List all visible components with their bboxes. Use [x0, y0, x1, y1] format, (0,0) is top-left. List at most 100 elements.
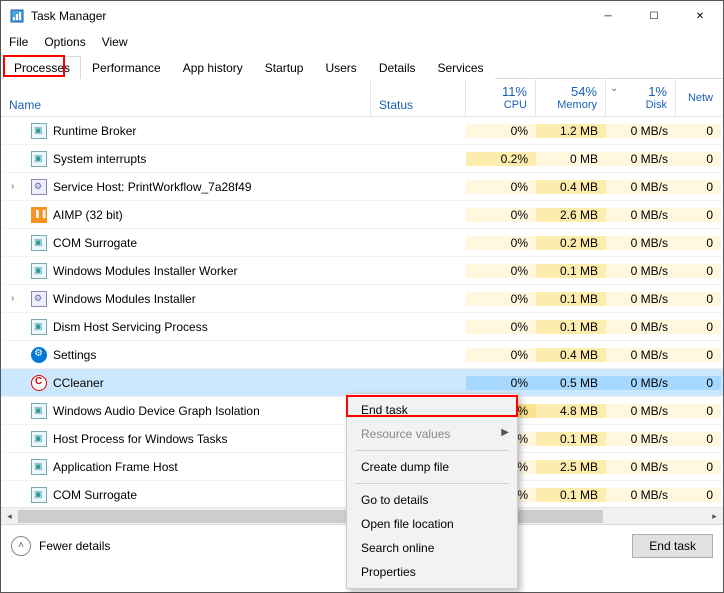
- process-name: COM Surrogate: [53, 488, 137, 502]
- cell-network: 0: [676, 236, 721, 250]
- scroll-left-icon[interactable]: ◂: [1, 508, 18, 525]
- app-icon: [9, 8, 25, 24]
- process-icon: [31, 431, 47, 447]
- cell-network: 0: [676, 432, 721, 446]
- chevron-down-icon: ⌄: [610, 83, 618, 94]
- tab-bar: Processes Performance App history Startu…: [1, 55, 723, 79]
- cell-disk: 0 MB/s: [606, 124, 676, 138]
- cell-cpu: 0%: [466, 236, 536, 250]
- cell-cpu: 0%: [466, 292, 536, 306]
- cell-cpu: 0%: [466, 376, 536, 390]
- process-icon: [31, 263, 47, 279]
- cell-name: ›Service Host: PrintWorkflow_7a28f49: [1, 179, 371, 195]
- cell-name: Windows Modules Installer Worker: [1, 263, 371, 279]
- maximize-button[interactable]: ☐: [631, 1, 677, 31]
- table-row[interactable]: System interrupts0.2%0 MB0 MB/s0: [1, 145, 723, 173]
- cell-name: COM Surrogate: [1, 487, 371, 503]
- table-row[interactable]: Settings0%0.4 MB0 MB/s0: [1, 341, 723, 369]
- cell-cpu: 0%: [466, 320, 536, 334]
- cell-memory: 2.6 MB: [536, 208, 606, 222]
- col-network[interactable]: Netw: [676, 79, 721, 116]
- cell-disk: 0 MB/s: [606, 292, 676, 306]
- process-icon: [31, 207, 47, 223]
- process-name: Runtime Broker: [53, 124, 136, 138]
- titlebar: Task Manager ─ ☐ ✕: [1, 1, 723, 31]
- cell-name: Settings: [1, 347, 371, 363]
- table-row[interactable]: AIMP (32 bit)0%2.6 MB0 MB/s0: [1, 201, 723, 229]
- cell-name: CCleaner: [1, 375, 371, 391]
- process-icon: [31, 179, 47, 195]
- cell-memory: 0.4 MB: [536, 348, 606, 362]
- scroll-right-icon[interactable]: ▸: [706, 508, 723, 525]
- menu-options[interactable]: Options: [44, 35, 85, 49]
- col-status[interactable]: Status: [371, 79, 466, 116]
- cell-disk: 0 MB/s: [606, 488, 676, 502]
- col-cpu[interactable]: 11%CPU: [466, 79, 536, 116]
- cell-disk: 0 MB/s: [606, 180, 676, 194]
- minimize-button[interactable]: ─: [585, 1, 631, 31]
- table-row[interactable]: Dism Host Servicing Process0%0.1 MB0 MB/…: [1, 313, 723, 341]
- expand-icon[interactable]: ›: [11, 181, 23, 192]
- cell-network: 0: [676, 208, 721, 222]
- cell-cpu: 0%: [466, 348, 536, 362]
- tab-performance[interactable]: Performance: [81, 56, 172, 79]
- table-row[interactable]: ›Windows Modules Installer0%0.1 MB0 MB/s…: [1, 285, 723, 313]
- table-row[interactable]: Windows Modules Installer Worker0%0.1 MB…: [1, 257, 723, 285]
- menu-file[interactable]: File: [9, 35, 28, 49]
- cell-name: AIMP (32 bit): [1, 207, 371, 223]
- cell-disk: 0 MB/s: [606, 320, 676, 334]
- process-icon: [31, 151, 47, 167]
- col-memory[interactable]: 54%Memory: [536, 79, 606, 116]
- cell-cpu: 0%: [466, 124, 536, 138]
- tab-users[interactable]: Users: [314, 56, 367, 79]
- ctx-open-location[interactable]: Open file location: [347, 512, 517, 536]
- cell-name: Application Frame Host: [1, 459, 371, 475]
- col-name[interactable]: Name: [1, 79, 371, 116]
- cell-network: 0: [676, 124, 721, 138]
- ctx-search-online[interactable]: Search online: [347, 536, 517, 560]
- cell-name: Host Process for Windows Tasks: [1, 431, 371, 447]
- ctx-sep: [355, 450, 509, 451]
- cell-disk: 0 MB/s: [606, 152, 676, 166]
- cell-memory: 0.1 MB: [536, 292, 606, 306]
- cell-memory: 4.8 MB: [536, 404, 606, 418]
- process-icon: [31, 403, 47, 419]
- process-name: CCleaner: [53, 376, 104, 390]
- close-button[interactable]: ✕: [677, 1, 723, 31]
- ctx-go-details[interactable]: Go to details: [347, 488, 517, 512]
- process-icon: [31, 235, 47, 251]
- tab-app-history[interactable]: App history: [172, 56, 254, 79]
- fewer-details-button[interactable]: ˄ Fewer details: [11, 536, 110, 556]
- cell-memory: 2.5 MB: [536, 460, 606, 474]
- process-name: COM Surrogate: [53, 236, 137, 250]
- process-name: Host Process for Windows Tasks: [53, 432, 228, 446]
- context-menu: End task Resource values▶ Create dump fi…: [346, 393, 518, 589]
- cell-name: System interrupts: [1, 151, 371, 167]
- menubar: File Options View: [1, 31, 723, 53]
- ctx-properties[interactable]: Properties: [347, 560, 517, 584]
- process-icon: [31, 319, 47, 335]
- expand-icon[interactable]: ›: [11, 293, 23, 304]
- cell-disk: 0 MB/s: [606, 236, 676, 250]
- cell-network: 0: [676, 180, 721, 194]
- tab-services[interactable]: Services: [427, 56, 495, 79]
- tab-details[interactable]: Details: [368, 56, 427, 79]
- col-disk[interactable]: ⌄1%Disk: [606, 79, 676, 116]
- end-task-button[interactable]: End task: [632, 534, 713, 558]
- process-name: Dism Host Servicing Process: [53, 320, 208, 334]
- cell-memory: 0.1 MB: [536, 264, 606, 278]
- table-row[interactable]: Runtime Broker0%1.2 MB0 MB/s0: [1, 117, 723, 145]
- tab-processes[interactable]: Processes: [3, 56, 81, 79]
- cell-network: 0: [676, 376, 721, 390]
- ctx-resource-values[interactable]: Resource values▶: [347, 422, 517, 446]
- ctx-create-dump[interactable]: Create dump file: [347, 455, 517, 479]
- tab-startup[interactable]: Startup: [254, 56, 315, 79]
- process-name: Settings: [53, 348, 96, 362]
- ctx-end-task[interactable]: End task: [347, 398, 517, 422]
- table-row[interactable]: ›Service Host: PrintWorkflow_7a28f490%0.…: [1, 173, 723, 201]
- cell-name: Dism Host Servicing Process: [1, 319, 371, 335]
- cell-cpu: 0%: [466, 180, 536, 194]
- chevron-up-icon: ˄: [11, 536, 31, 556]
- table-row[interactable]: COM Surrogate0%0.2 MB0 MB/s0: [1, 229, 723, 257]
- menu-view[interactable]: View: [102, 35, 128, 49]
